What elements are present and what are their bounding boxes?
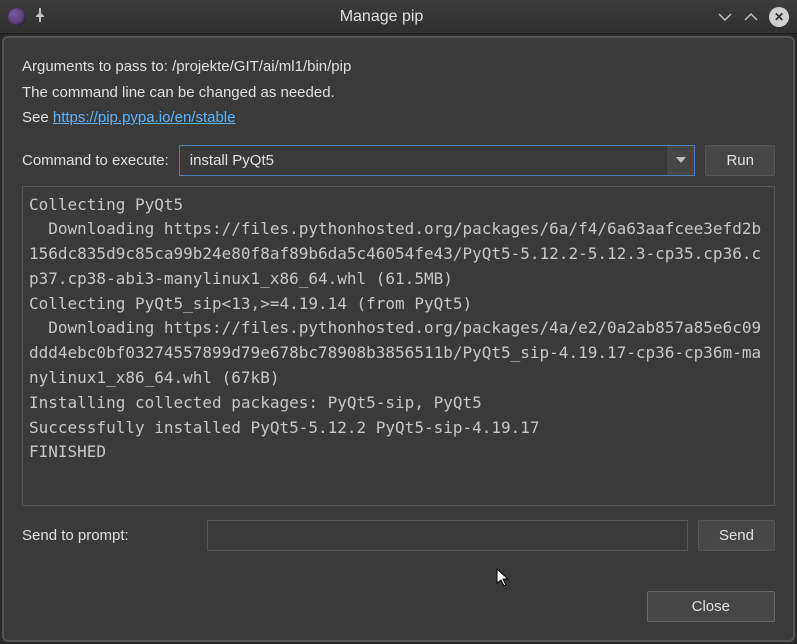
command-input[interactable] (180, 146, 667, 175)
command-dropdown-button[interactable] (666, 146, 694, 175)
window-titlebar: Manage pip ✕ (0, 0, 797, 34)
args-path-label: Arguments to pass to: /projekte/GIT/ai/m… (22, 56, 775, 79)
cmdline-hint: The command line can be changed as neede… (22, 82, 775, 105)
send-prompt-label: Send to prompt: (22, 527, 129, 544)
see-link-row: See https://pip.pypa.io/en/stable (22, 107, 775, 130)
collapse-down-icon[interactable] (717, 11, 733, 23)
send-button[interactable]: Send (698, 520, 775, 551)
close-button[interactable]: Close (647, 591, 775, 622)
eclipse-icon (8, 8, 26, 26)
window-title: Manage pip (46, 8, 717, 26)
prompt-input[interactable] (207, 520, 688, 551)
run-button[interactable]: Run (705, 145, 775, 176)
close-icon[interactable]: ✕ (769, 7, 789, 27)
pip-docs-link[interactable]: https://pip.pypa.io/en/stable (53, 109, 236, 126)
collapse-up-icon[interactable] (743, 11, 759, 23)
pin-icon[interactable] (34, 8, 46, 25)
command-label: Command to execute: (22, 152, 169, 169)
dialog-content: Arguments to pass to: /projekte/GIT/ai/m… (2, 36, 795, 642)
output-console[interactable]: Collecting PyQt5 Downloading https://fil… (22, 186, 775, 506)
